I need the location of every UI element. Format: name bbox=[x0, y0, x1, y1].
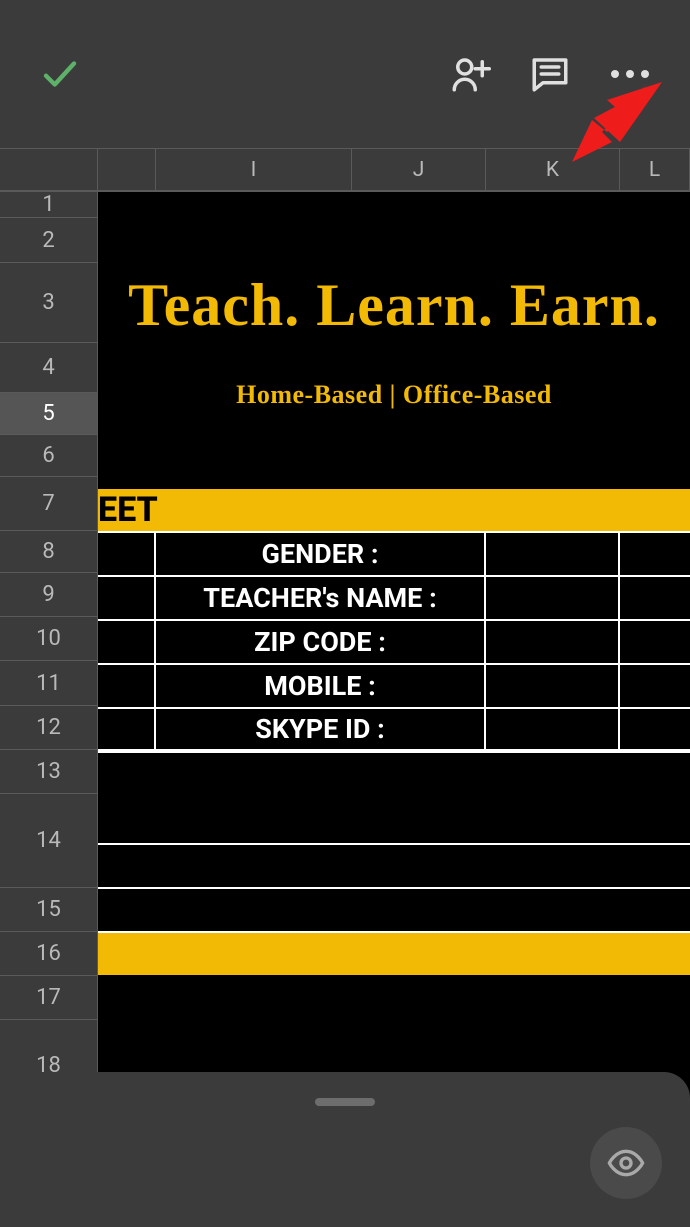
row-header-14[interactable]: 14 bbox=[0, 794, 98, 888]
cell-l12[interactable] bbox=[620, 665, 690, 707]
column-headers: I J K L bbox=[0, 148, 690, 192]
cell-h13[interactable] bbox=[98, 709, 156, 749]
label-mobile: MOBILE : bbox=[156, 665, 486, 707]
row-18-content[interactable] bbox=[98, 975, 690, 1067]
row-header-16[interactable]: 16 bbox=[0, 932, 98, 976]
drag-handle[interactable] bbox=[315, 1098, 375, 1106]
select-all-corner[interactable] bbox=[0, 148, 98, 191]
row-16-content[interactable] bbox=[98, 887, 690, 931]
row-header-11[interactable]: 11 bbox=[0, 661, 98, 706]
form-row-skype: SKYPE ID : bbox=[98, 707, 690, 751]
cell-gender-value[interactable] bbox=[486, 533, 620, 575]
sheet-content[interactable]: Teach. Learn. Earn. Home-Based | Office-… bbox=[98, 192, 690, 1112]
row-header-13[interactable]: 13 bbox=[0, 750, 98, 794]
row-17-yellow[interactable] bbox=[98, 931, 690, 975]
top-toolbar bbox=[0, 0, 690, 148]
column-header-j[interactable]: J bbox=[352, 148, 486, 191]
form-row-gender: GENDER : bbox=[98, 531, 690, 575]
row-header-8[interactable]: 8 bbox=[0, 531, 98, 573]
cell-h12[interactable] bbox=[98, 665, 156, 707]
form-row-teacher: TEACHER's NAME : bbox=[98, 575, 690, 619]
row-header-12[interactable]: 12 bbox=[0, 706, 98, 750]
row-header-3[interactable]: 3 bbox=[0, 263, 98, 343]
sheet-body: 1 2 3 4 5 6 7 8 9 10 11 12 13 14 15 16 1… bbox=[0, 192, 690, 1112]
column-header-h[interactable] bbox=[98, 148, 156, 191]
row-header-1[interactable]: 1 bbox=[0, 192, 98, 218]
row-15-content[interactable] bbox=[98, 843, 690, 887]
cell-mobile-value[interactable] bbox=[486, 665, 620, 707]
title-bar: EET bbox=[98, 489, 690, 531]
row-header-6[interactable]: 6 bbox=[0, 435, 98, 477]
cell-l9[interactable] bbox=[620, 533, 690, 575]
cell-zip-value[interactable] bbox=[486, 621, 620, 663]
label-gender: GENDER : bbox=[156, 533, 486, 575]
row-header-7[interactable]: 7 bbox=[0, 477, 98, 531]
row-header-4[interactable]: 4 bbox=[0, 343, 98, 393]
column-header-l[interactable]: L bbox=[620, 148, 690, 191]
label-skype: SKYPE ID : bbox=[156, 709, 486, 749]
view-eye-icon[interactable] bbox=[590, 1127, 662, 1199]
accept-check-icon[interactable] bbox=[20, 34, 100, 114]
cell-skype-value[interactable] bbox=[486, 709, 620, 749]
row-14-content[interactable] bbox=[98, 751, 690, 843]
banner-subline: Home-Based | Office-Based bbox=[236, 380, 552, 410]
cell-l11[interactable] bbox=[620, 621, 690, 663]
cell-l10[interactable] bbox=[620, 577, 690, 619]
row-header-10[interactable]: 10 bbox=[0, 617, 98, 661]
row-header-15[interactable]: 15 bbox=[0, 888, 98, 932]
label-teacher: TEACHER's NAME : bbox=[156, 577, 486, 619]
row-header-17[interactable]: 17 bbox=[0, 976, 98, 1020]
column-header-k[interactable]: K bbox=[486, 148, 620, 191]
banner-headline: Teach. Learn. Earn. bbox=[128, 271, 660, 340]
more-menu-icon[interactable] bbox=[590, 34, 670, 114]
banner: Teach. Learn. Earn. Home-Based | Office-… bbox=[98, 192, 690, 489]
cell-teacher-value[interactable] bbox=[486, 577, 620, 619]
form-row-mobile: MOBILE : bbox=[98, 663, 690, 707]
cell-l13[interactable] bbox=[620, 709, 690, 749]
row-header-2[interactable]: 2 bbox=[0, 218, 98, 263]
comment-icon[interactable] bbox=[510, 34, 590, 114]
row-header-9[interactable]: 9 bbox=[0, 573, 98, 617]
cell-h10[interactable] bbox=[98, 577, 156, 619]
row-headers: 1 2 3 4 5 6 7 8 9 10 11 12 13 14 15 16 1… bbox=[0, 192, 98, 1112]
label-zip: ZIP CODE : bbox=[156, 621, 486, 663]
column-header-i[interactable]: I bbox=[156, 148, 352, 191]
share-person-add-icon[interactable] bbox=[430, 34, 510, 114]
cell-h9[interactable] bbox=[98, 533, 156, 575]
bottom-sheet-bar[interactable] bbox=[0, 1072, 690, 1227]
form-row-zip: ZIP CODE : bbox=[98, 619, 690, 663]
row-header-5[interactable]: 5 bbox=[0, 393, 98, 435]
cell-h11[interactable] bbox=[98, 621, 156, 663]
